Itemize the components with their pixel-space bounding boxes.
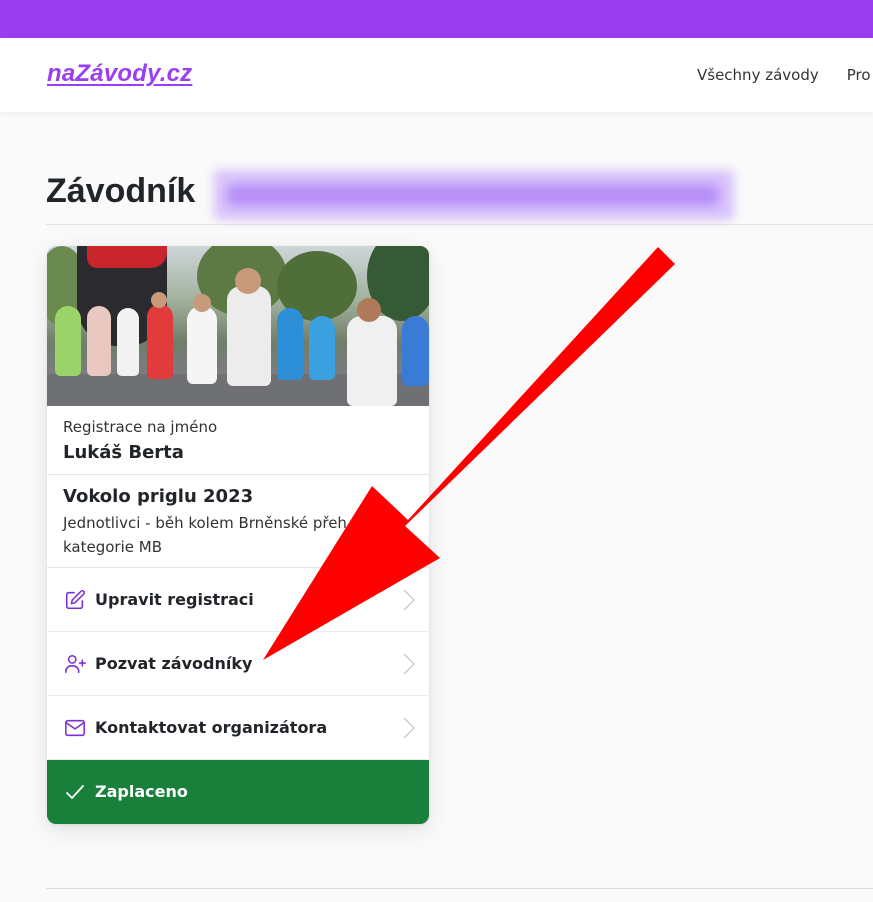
title-divider xyxy=(46,224,873,225)
user-plus-icon xyxy=(65,654,86,674)
nav-link-pro[interactable]: Pro xyxy=(847,66,871,84)
bottom-divider xyxy=(46,888,873,889)
category: kategorie MB xyxy=(63,538,162,556)
nav-links: Všechny závody Pro xyxy=(697,66,873,84)
redacted-email xyxy=(214,170,734,220)
registration-info: Registrace na jméno Lukáš Berta xyxy=(47,406,429,475)
navbar: naZávody.cz Všechny závody Pro xyxy=(0,38,873,112)
edit-registration-label: Upravit registraci xyxy=(95,590,254,609)
top-accent-bar xyxy=(0,0,873,38)
edit-registration-button[interactable]: Upravit registraci xyxy=(47,568,429,632)
invite-racers-button[interactable]: Pozvat závodníky xyxy=(47,632,429,696)
race-name: Jednotlivci - běh kolem Brněnské přeh xyxy=(63,514,347,532)
race-photo xyxy=(47,246,429,406)
registrant-name: Lukáš Berta xyxy=(63,442,184,463)
page-title: Závodník xyxy=(46,172,196,210)
event-name: Vokolo priglu 2023 xyxy=(63,486,254,507)
payment-status-label: Zaplaceno xyxy=(95,782,188,801)
contact-organizer-button[interactable]: Kontaktovat organizátora xyxy=(47,696,429,760)
event-info: Vokolo priglu 2023 Jednotlivci - běh kol… xyxy=(47,475,429,568)
check-icon xyxy=(66,785,84,799)
edit-icon xyxy=(65,590,85,610)
chevron-right-icon xyxy=(403,589,416,611)
payment-status: Zaplaceno xyxy=(47,760,429,824)
registration-card: Registrace na jméno Lukáš Berta Vokolo p… xyxy=(47,246,429,824)
chevron-right-icon xyxy=(403,653,416,675)
contact-organizer-label: Kontaktovat organizátora xyxy=(95,718,328,737)
mail-icon xyxy=(65,719,85,737)
registration-label: Registrace na jméno xyxy=(63,418,218,436)
invite-racers-label: Pozvat závodníky xyxy=(95,654,253,673)
nav-link-all-races[interactable]: Všechny závody xyxy=(697,66,819,84)
site-logo[interactable]: naZávody.cz xyxy=(47,60,192,88)
chevron-right-icon xyxy=(403,717,416,739)
